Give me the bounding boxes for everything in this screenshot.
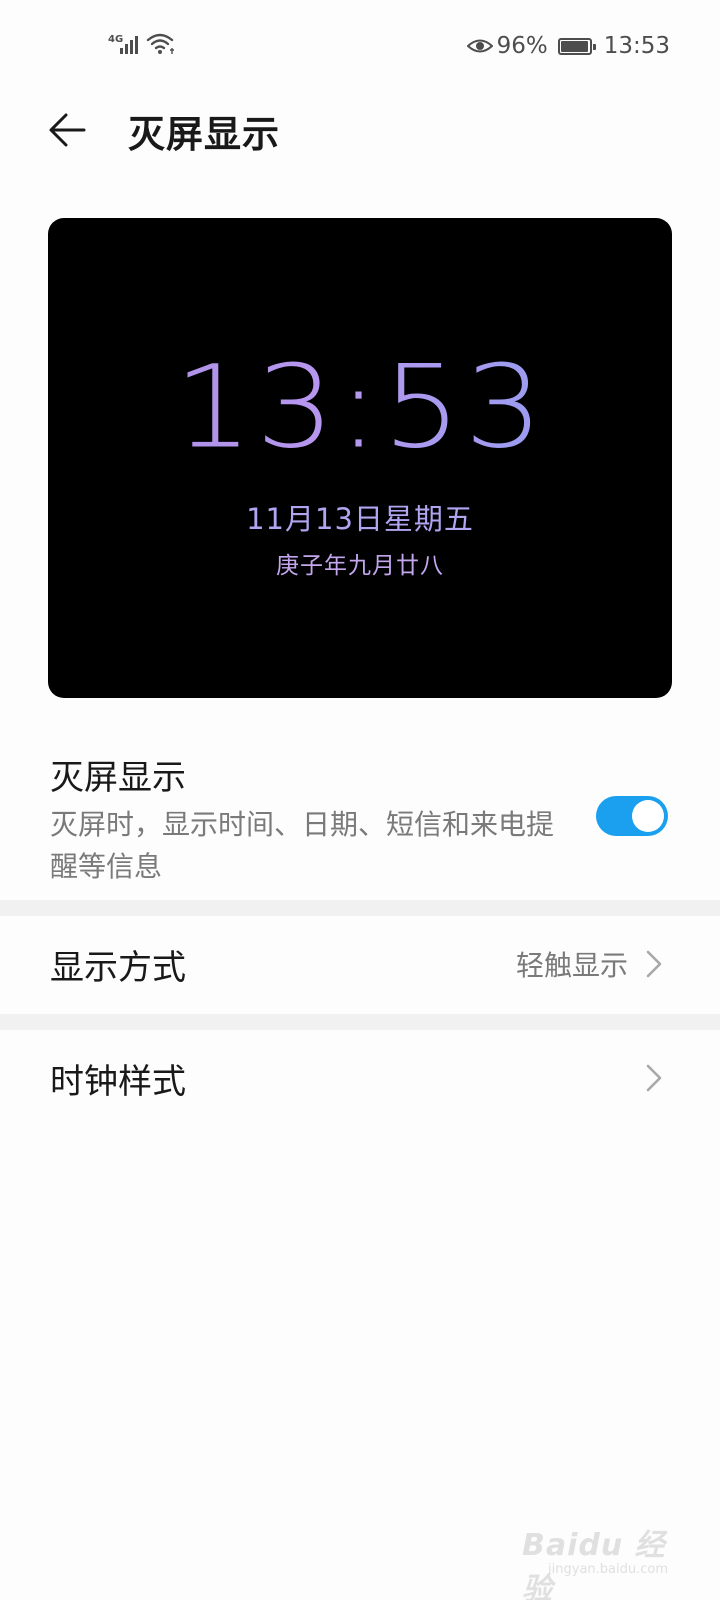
display-mode-row[interactable]: 显示方式 轻触显示 [0, 916, 720, 1012]
battery-percent: 96% [496, 33, 548, 59]
wifi-icon [146, 33, 174, 50]
watermark-url: jingyan.baidu.com [548, 1562, 668, 1577]
preview-clock: 13:53 [48, 351, 672, 465]
eye-comfort-icon [466, 39, 493, 53]
display-mode-value: 轻触显示 [515, 949, 628, 982]
header: 灭屏显示 [0, 96, 720, 168]
status-right: 96% 13:53 [466, 30, 670, 62]
switch-knob [632, 800, 664, 832]
status-bar: 4G 96% 13:53 [0, 0, 720, 90]
back-button[interactable] [44, 102, 100, 158]
watermark-logo: Baidu 经验 [522, 1528, 666, 1600]
cellular-signal-icon: 4G [108, 33, 174, 54]
preview-lunar-date: 庚子年九月廿八 [276, 553, 444, 579]
watermark: Baidu 经验 jingyan.baidu.com [522, 1520, 672, 1600]
battery-icon [557, 37, 596, 55]
chevron-right-icon [646, 1064, 662, 1092]
signal-indicators: 4G [108, 30, 180, 60]
aod-toggle-title: 灭屏显示 [50, 758, 186, 798]
aod-toggle-row[interactable]: 灭屏显示 灭屏时，显示时间、日期、短信和来电提醒等信息 [0, 740, 720, 900]
section-divider [0, 1014, 720, 1030]
display-mode-label: 显示方式 [50, 948, 186, 988]
aod-toggle-switch[interactable] [596, 796, 668, 836]
battery-level [560, 40, 588, 52]
aod-toggle-description: 灭屏时，显示时间、日期、短信和来电提醒等信息 [50, 808, 555, 883]
chevron-right-icon [646, 950, 662, 978]
screen: 4G 96% 13:53 灭屏显示 13:53 11月13日星期五 庚子年九月廿… [0, 0, 720, 1600]
aod-preview: 13:53 11月13日星期五 庚子年九月廿八 [48, 218, 672, 698]
clock-style-row[interactable]: 时钟样式 [0, 1030, 720, 1126]
status-time: 13:53 [603, 33, 670, 59]
network-type-label: 4G [108, 34, 123, 45]
page-title: 灭屏显示 [128, 113, 280, 156]
preview-date: 11月13日星期五 [246, 502, 474, 536]
back-arrow-icon [49, 113, 86, 147]
section-divider [0, 900, 720, 916]
clock-style-label: 时钟样式 [50, 1062, 186, 1102]
